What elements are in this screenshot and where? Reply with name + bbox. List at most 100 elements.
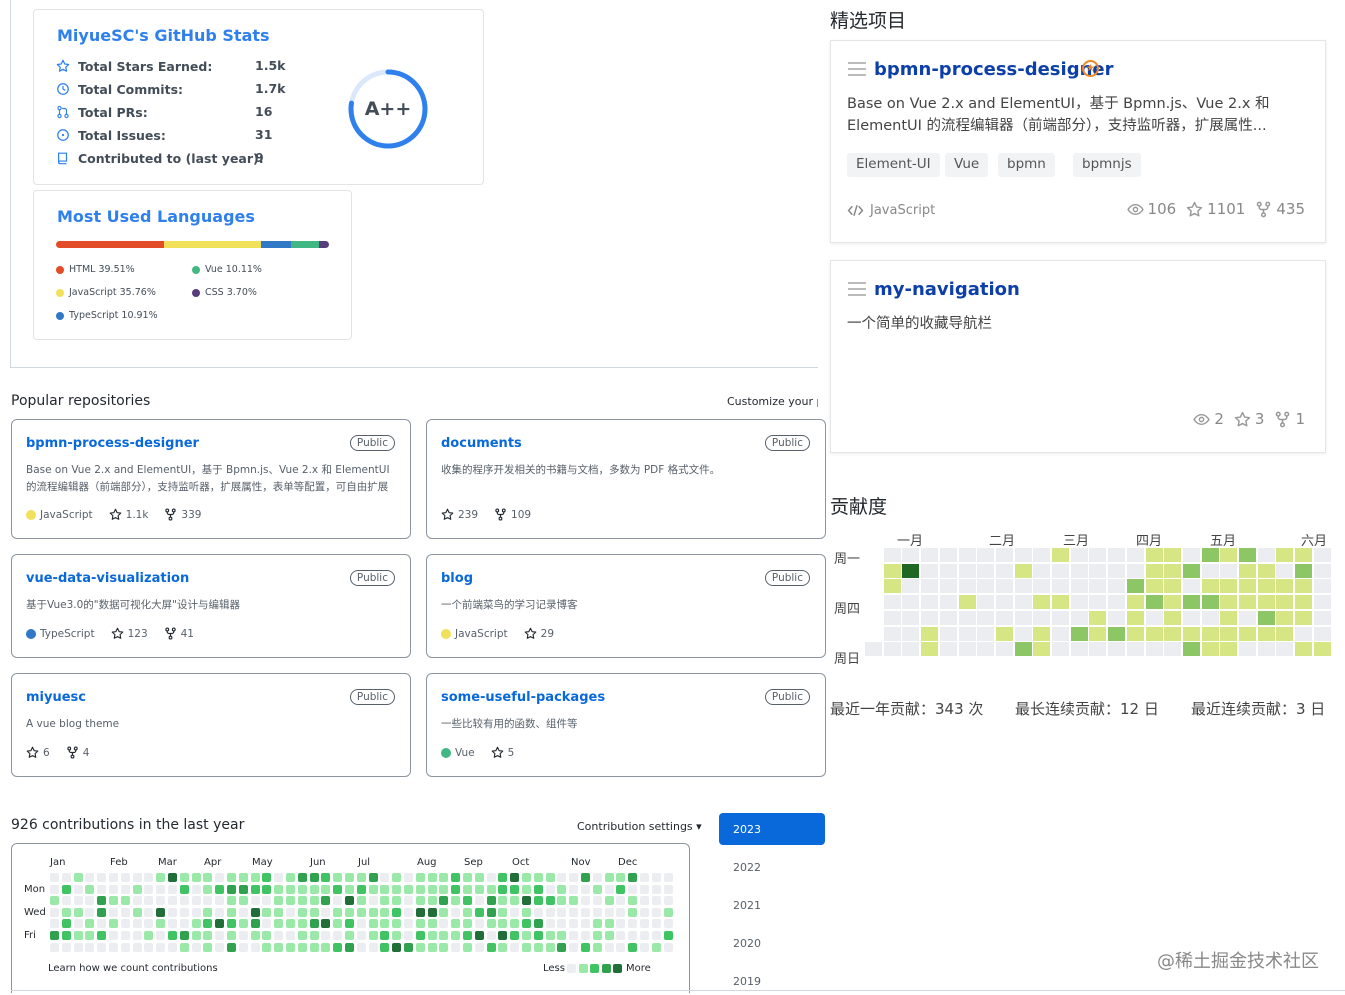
contribution-day[interactable] (179, 884, 189, 894)
cn-contribution-day[interactable] (883, 595, 901, 610)
contribution-day[interactable] (297, 919, 307, 929)
contribution-day[interactable] (97, 907, 107, 917)
contribution-day[interactable] (333, 931, 343, 940)
contribution-day[interactable] (557, 919, 567, 929)
contribution-day[interactable] (297, 931, 307, 940)
contribution-day[interactable] (451, 931, 461, 940)
contribution-day[interactable] (203, 942, 213, 952)
cn-contribution-day[interactable] (939, 642, 957, 657)
contribution-day[interactable] (439, 931, 449, 940)
contribution-day[interactable] (616, 884, 626, 894)
cn-contribution-day[interactable] (1052, 626, 1069, 641)
contribution-day[interactable] (356, 919, 366, 929)
contribution-day[interactable] (73, 907, 83, 917)
contribution-day[interactable] (498, 896, 508, 906)
contribution-day[interactable] (73, 873, 83, 882)
contribution-day[interactable] (604, 907, 614, 917)
contribution-day[interactable] (50, 884, 59, 894)
contribution-day[interactable] (132, 919, 142, 929)
contribution-day[interactable] (250, 884, 260, 894)
contribution-day[interactable] (463, 896, 472, 906)
repo-stars-link[interactable]: 123 (111, 627, 148, 640)
contribution-day[interactable] (628, 931, 638, 940)
contribution-day[interactable] (557, 931, 567, 940)
contribution-day[interactable] (50, 896, 59, 906)
contribution-day[interactable] (380, 896, 390, 906)
contribution-day[interactable] (61, 942, 71, 952)
repo-name-link[interactable]: blog (441, 571, 473, 586)
cn-contribution-day[interactable] (1108, 642, 1126, 657)
contribution-day[interactable] (604, 884, 614, 894)
contribution-day[interactable] (356, 873, 366, 882)
repo-card[interactable]: blog Public 一个前端菜鸟的学习记录博客 JavaScript 29 (426, 554, 826, 658)
cn-contribution-day[interactable] (1052, 610, 1069, 625)
contribution-day[interactable] (203, 873, 213, 882)
contribution-day[interactable] (73, 896, 83, 906)
contribution-day[interactable] (569, 896, 579, 906)
contribution-day[interactable] (427, 884, 437, 894)
cn-contribution-day[interactable] (921, 642, 939, 657)
contribution-day[interactable] (439, 896, 449, 906)
cn-contribution-day[interactable] (1313, 626, 1331, 641)
cn-contribution-day[interactable] (921, 595, 939, 610)
cn-contribution-day[interactable] (958, 579, 976, 594)
cn-contribution-day[interactable] (1182, 642, 1200, 657)
contribution-day[interactable] (439, 884, 449, 894)
contribution-day[interactable] (451, 907, 461, 917)
contribution-day[interactable] (557, 907, 567, 917)
contribution-day[interactable] (392, 931, 402, 940)
contribution-day[interactable] (474, 873, 484, 882)
cn-contribution-day[interactable] (883, 548, 901, 562)
contribution-day[interactable] (545, 884, 555, 894)
contribution-day[interactable] (439, 873, 449, 882)
cn-contribution-day[interactable] (1220, 642, 1238, 657)
forks-count-item[interactable]: 1 (1274, 410, 1305, 428)
contribution-day[interactable] (286, 919, 295, 929)
cn-contribution-day[interactable] (1108, 548, 1126, 562)
contribution-day[interactable] (545, 873, 555, 882)
contribution-day[interactable] (333, 942, 343, 952)
contribution-day[interactable] (297, 896, 307, 906)
forks-count-item[interactable]: 435 (1255, 200, 1305, 218)
contribution-day[interactable] (486, 873, 496, 882)
repo-card[interactable]: vue-data-visualization Public 基于Vue3.0的"数据… (11, 554, 411, 658)
contribution-day[interactable] (144, 873, 154, 882)
cn-contribution-day[interactable] (1145, 563, 1163, 578)
contribution-day[interactable] (533, 884, 543, 894)
cn-contribution-day[interactable] (1276, 563, 1294, 578)
cn-contribution-day[interactable] (1070, 563, 1088, 578)
cn-contribution-day[interactable] (902, 626, 920, 641)
contribution-day[interactable] (486, 896, 496, 906)
contribution-day[interactable] (50, 919, 59, 929)
contribution-day[interactable] (85, 931, 95, 940)
contribution-day[interactable] (120, 919, 130, 929)
cn-contribution-day[interactable] (1182, 563, 1200, 578)
contribution-day[interactable] (179, 896, 189, 906)
contribution-day[interactable] (663, 884, 673, 894)
cn-contribution-day[interactable] (1014, 610, 1032, 625)
cn-contribution-day[interactable] (977, 642, 995, 657)
contribution-day[interactable] (227, 942, 236, 952)
contribution-day[interactable] (510, 884, 520, 894)
contribution-day[interactable] (628, 884, 638, 894)
contribution-day[interactable] (651, 896, 661, 906)
contribution-day[interactable] (61, 907, 71, 917)
contribution-day[interactable] (309, 919, 319, 929)
contribution-day[interactable] (321, 931, 331, 940)
contribution-day[interactable] (85, 919, 95, 929)
contribution-day[interactable] (179, 907, 189, 917)
cn-contribution-day[interactable] (921, 626, 939, 641)
year-2021-link[interactable]: 2021 (733, 899, 761, 912)
contribution-day[interactable] (510, 942, 520, 952)
contribution-day[interactable] (640, 942, 649, 952)
cn-contribution-day[interactable] (1033, 642, 1051, 657)
cn-contribution-day[interactable] (1276, 610, 1294, 625)
contribution-day[interactable] (604, 896, 614, 906)
contribution-day[interactable] (663, 896, 673, 906)
contribution-day[interactable] (427, 919, 437, 929)
contribution-day[interactable] (486, 907, 496, 917)
cn-contribution-day[interactable] (1239, 563, 1256, 578)
contribution-day[interactable] (616, 896, 626, 906)
contribution-day[interactable] (451, 884, 461, 894)
contribution-day[interactable] (238, 907, 248, 917)
